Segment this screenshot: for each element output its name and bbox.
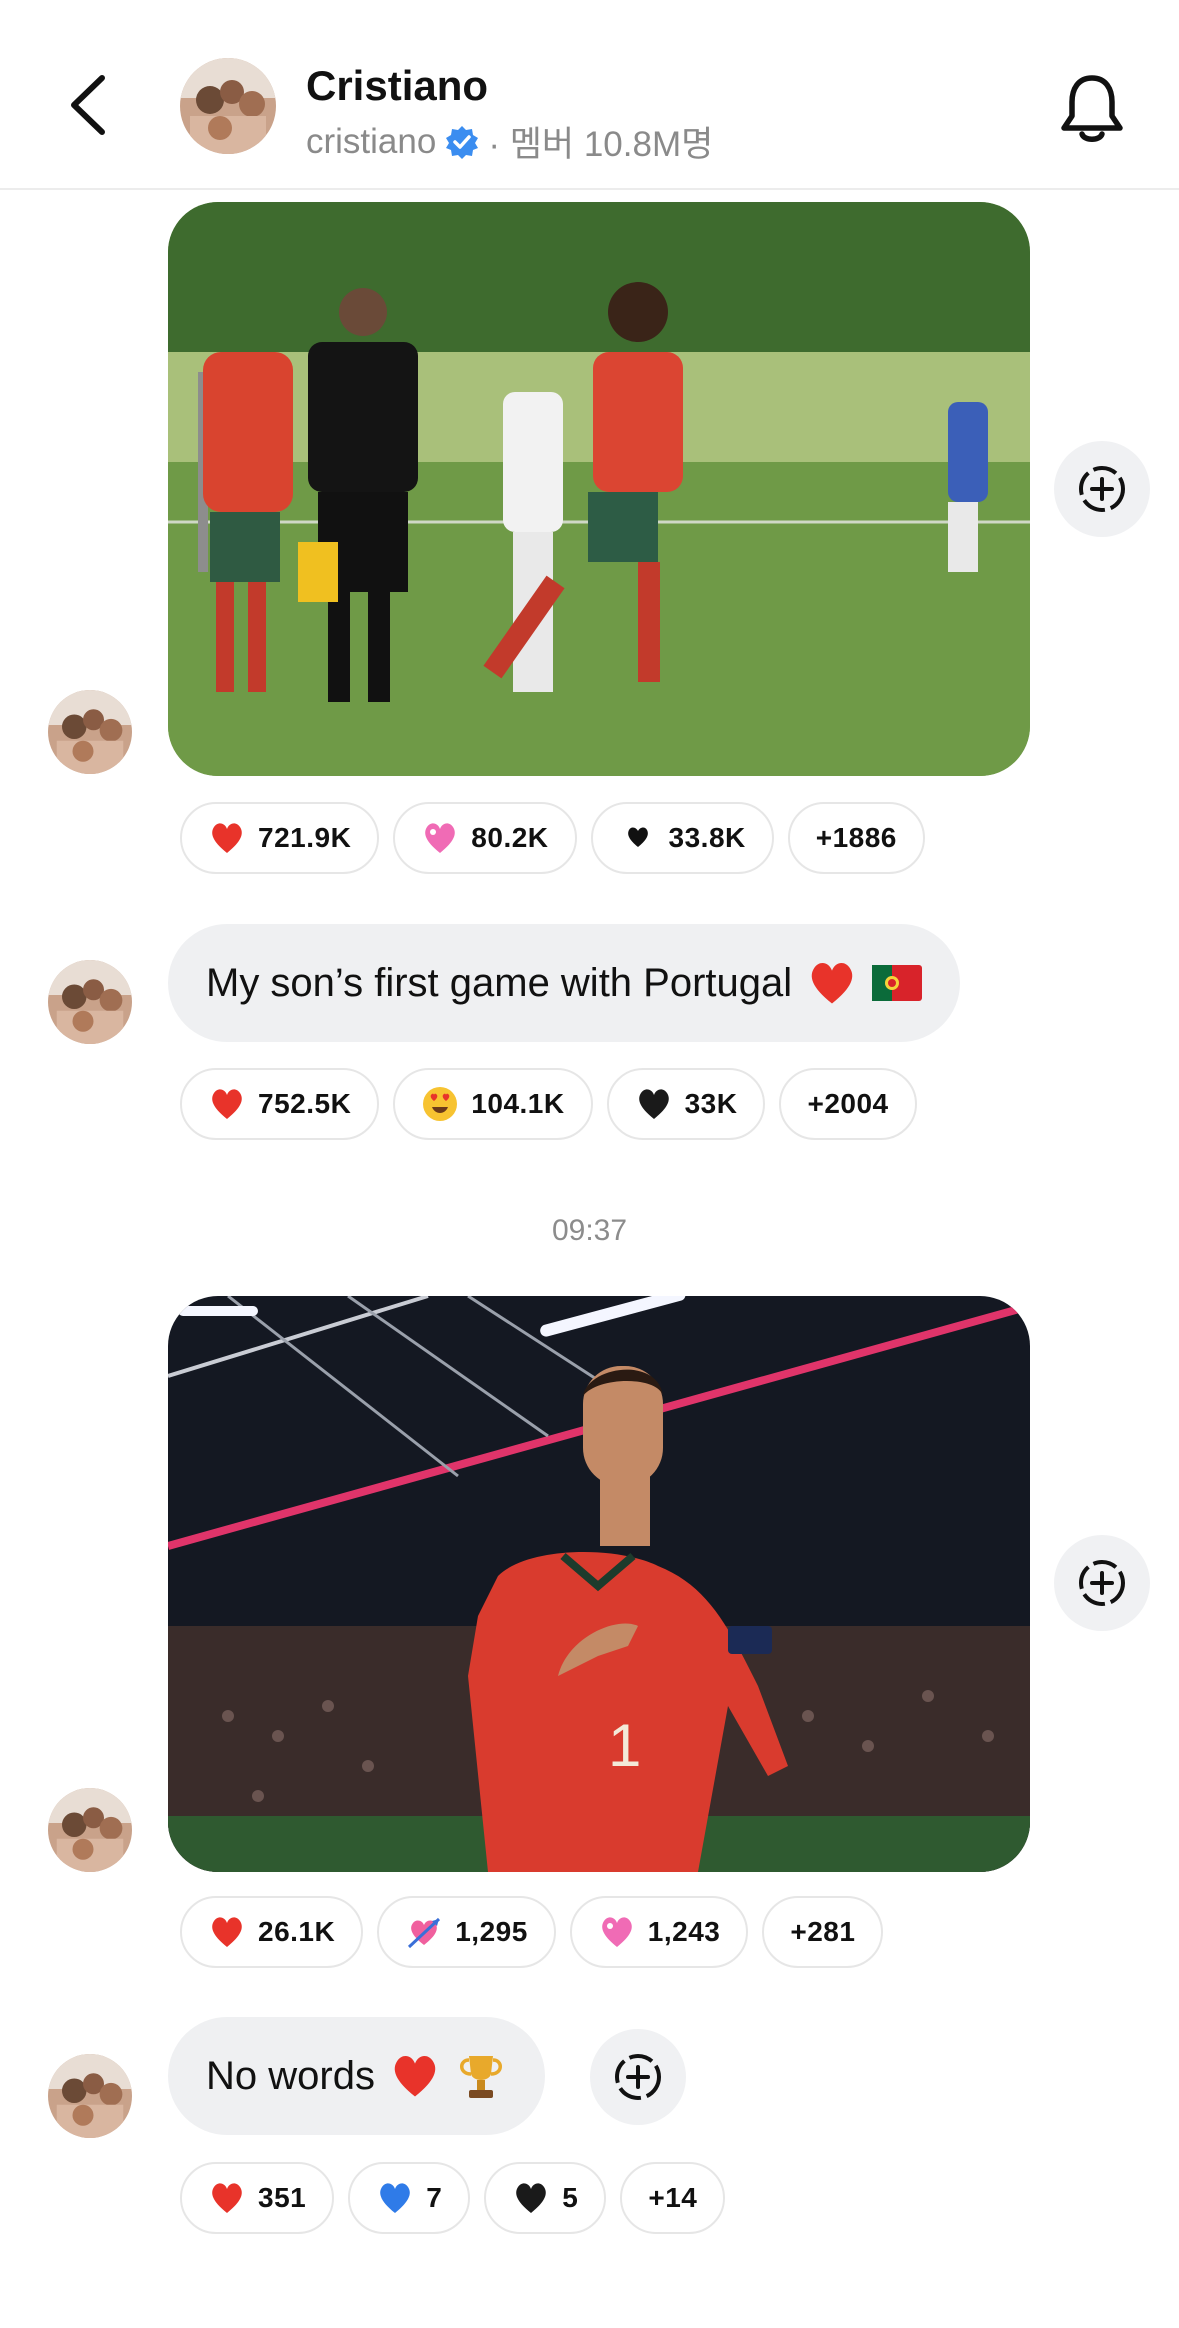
reaction-red-heart[interactable]: 752.5K [180,1068,380,1140]
reaction-red-heart[interactable]: 721.9K [180,802,380,874]
sender-avatar[interactable] [48,690,132,774]
reaction-red-heart[interactable]: 351 [180,2162,335,2234]
reaction-pink-heart[interactable]: 80.2K [393,802,577,874]
channel-name: Cristiano [306,62,489,109]
red-heart-icon [212,1917,242,1947]
reaction-more[interactable]: +2004 [779,1068,917,1140]
reaction-heart-arrow[interactable]: 1,295 [377,1896,556,1968]
sender-avatar[interactable] [48,960,132,1044]
reaction-more[interactable]: +14 [620,2162,726,2234]
red-heart-icon [394,2055,436,2097]
timestamp: 09:37 [551,1214,628,1247]
text-message[interactable]: My son’s first game with Portugal [168,924,961,1042]
photo-message-stadium[interactable]: 1 [168,1296,1030,1872]
red-heart-icon [811,962,853,1004]
text-message[interactable]: No words [168,2017,545,2135]
notifications-button[interactable] [1058,70,1126,146]
reaction-more[interactable]: +281 [762,1896,884,1968]
svg-text:1: 1 [608,1712,641,1779]
heart-with-arrow-icon [408,1917,441,1949]
reaction-pink-heart[interactable]: 1,243 [569,1896,749,1968]
photo-message-youth-match[interactable] [168,202,1030,776]
chevron-left-icon [71,75,105,135]
message-text: My son’s first game with Portugal [206,960,793,1005]
add-circle-icon [1079,1560,1125,1606]
share-button[interactable] [590,2029,686,2125]
add-circle-icon [1079,466,1125,512]
red-heart-icon [212,2183,242,2213]
reaction-red-heart[interactable]: 26.1K [180,1896,364,1968]
member-count: · 멤버 10.8M명 [488,125,714,164]
reaction-blue-heart[interactable]: 7 [348,2162,471,2234]
verified-badge-icon [446,125,479,159]
reaction-black-heart[interactable]: 33K [606,1068,766,1140]
reaction-black-heart[interactable]: 5 [484,2162,607,2234]
black-heart-icon [638,1089,669,1119]
channel-handle: cristiano [306,121,437,161]
trophy-icon [459,2056,502,2098]
sender-avatar[interactable] [48,2054,132,2138]
channel-subtitle: cristiano · 멤버 10.8M명 [306,116,713,167]
share-button[interactable] [1054,1535,1150,1631]
share-button[interactable] [1054,441,1150,537]
reaction-black-heart[interactable]: 33.8K [590,802,774,874]
red-heart-icon [212,823,242,853]
heart-eyes-face-icon [423,1087,458,1121]
chat-header: Cristiano cristiano · 멤버 10.8M명 [0,0,1179,190]
add-circle-icon [615,2054,661,2100]
reaction-bar: 351 7 5 +14 [180,2162,726,2234]
portugal-flag-icon [872,965,923,1001]
reaction-bar: 721.9K 80.2K 33.8K +1886 [180,802,925,874]
blue-heart-icon [380,2183,411,2213]
black-heart-icon [627,827,648,847]
black-heart-icon [516,2183,547,2213]
reaction-heart-eyes[interactable]: 104.1K [393,1068,593,1140]
reaction-bar: 752.5K 104.1K 33K +2004 [180,1068,917,1140]
reaction-bar: 26.1K 1,295 1,243 +281 [180,1896,884,1968]
channel-avatar[interactable] [180,58,276,154]
bell-icon [1061,75,1123,142]
sender-avatar[interactable] [48,1788,132,1872]
message-text: No words [206,2053,375,2098]
reaction-more[interactable]: +1886 [787,802,925,874]
sparkling-pink-heart-icon [602,1917,632,1947]
sparkling-pink-heart-icon [425,823,456,853]
red-heart-icon [212,1089,242,1119]
back-button[interactable] [62,70,122,140]
